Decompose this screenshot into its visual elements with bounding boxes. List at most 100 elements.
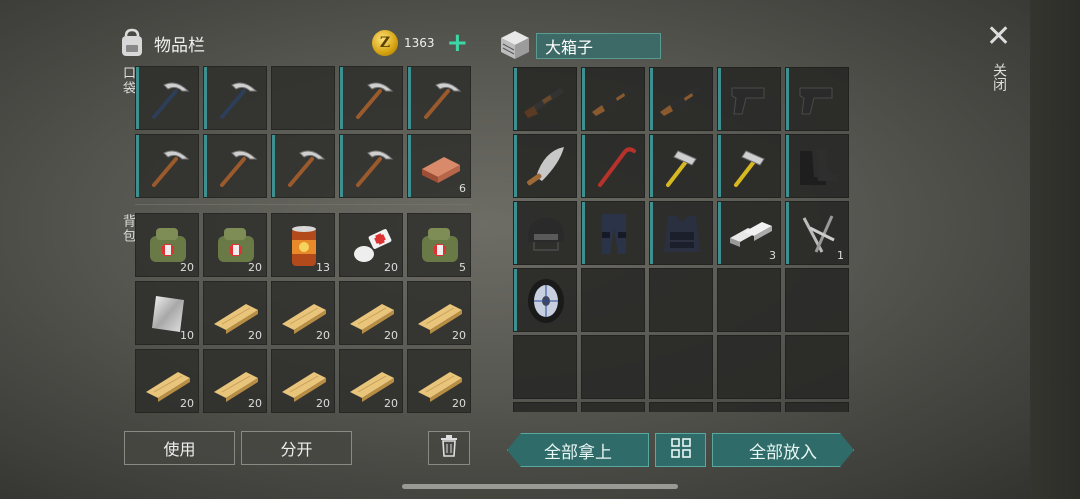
durability-bar [408, 135, 411, 197]
add-coins-button[interactable]: + [447, 30, 469, 56]
durability-bar [650, 68, 653, 130]
box-title: 大箱子 [536, 33, 661, 59]
pocket-slot-pickaxe[interactable] [135, 134, 199, 198]
close-icon[interactable]: ✕ [986, 22, 1011, 52]
pocket-slot-copper-ingot[interactable]: 6 [407, 134, 471, 198]
durability-bar [340, 67, 343, 129]
durability-bar [650, 135, 653, 197]
pocket-slot-pickaxe[interactable] [339, 134, 403, 198]
backpack-slot-plank[interactable]: 20 [271, 281, 335, 345]
box-slot-machete[interactable] [513, 134, 577, 198]
trash-icon [440, 435, 458, 461]
pocket-slot-pickaxe[interactable] [271, 134, 335, 198]
item-count: 20 [316, 329, 330, 342]
box-slot-empty[interactable] [785, 335, 849, 399]
pocket-slot-pickaxe[interactable] [203, 134, 267, 198]
backpack-slot-bandage[interactable]: 20 [339, 213, 403, 277]
put-all-button[interactable]: 全部放入 [712, 433, 854, 467]
box-slot-empty[interactable] [649, 402, 713, 412]
item-count: 20 [452, 329, 466, 342]
durability-bar [514, 202, 517, 264]
home-indicator[interactable] [402, 484, 678, 489]
backpack-slot-medkit[interactable]: 20 [135, 213, 199, 277]
pocket-slot-pickaxe[interactable] [407, 66, 471, 130]
box-slot-pistol[interactable] [717, 67, 781, 131]
backpack-icon [118, 28, 146, 58]
backpack-slot-medkit[interactable]: 20 [203, 213, 267, 277]
pocket-slot-pickaxe-dark[interactable] [135, 66, 199, 130]
box-slot-empty[interactable] [649, 335, 713, 399]
take-all-button[interactable]: 全部拿上 [507, 433, 649, 467]
durability-bar [786, 202, 789, 264]
backpack-slot-plank[interactable]: 20 [135, 349, 199, 413]
box-slot-empty[interactable] [717, 402, 781, 412]
inventory-header: 物品栏 [118, 28, 205, 58]
backpack-slot-plank[interactable]: 20 [407, 281, 471, 345]
durability-bar [718, 135, 721, 197]
box-slot-empty[interactable] [785, 402, 849, 412]
backpack-slot-canned-food[interactable]: 13 [271, 213, 335, 277]
backpack-slot-plank[interactable]: 20 [407, 349, 471, 413]
durability-bar [204, 135, 207, 197]
item-count: 20 [180, 261, 194, 274]
backpack-slot-plank[interactable]: 20 [339, 349, 403, 413]
box-slot-helmet[interactable] [513, 201, 577, 265]
box-slot-empty[interactable] [581, 402, 645, 412]
item-count: 13 [316, 261, 330, 274]
durability-bar [272, 135, 275, 197]
pocket-slot-pickaxe[interactable] [339, 66, 403, 130]
durability-bar [650, 202, 653, 264]
sort-button[interactable] [655, 433, 706, 467]
box-slot-empty[interactable] [581, 335, 645, 399]
use-button[interactable]: 使用 [124, 431, 235, 465]
pocket-slot-pickaxe-dark[interactable] [203, 66, 267, 130]
box-slot-empty[interactable] [513, 402, 577, 412]
backpack-slot-plank[interactable]: 20 [339, 281, 403, 345]
box-slot-hammer[interactable] [649, 134, 713, 198]
item-count: 1 [837, 249, 844, 262]
box-slot-empty[interactable] [717, 335, 781, 399]
box-slot-nails[interactable]: 1 [785, 201, 849, 265]
box-slot-armored-pants[interactable] [581, 201, 645, 265]
box-slot-assault-rifle[interactable] [581, 67, 645, 131]
box-slot-empty[interactable] [785, 268, 849, 332]
pocket-slot-empty[interactable] [271, 66, 335, 130]
box-slot-empty[interactable] [649, 268, 713, 332]
durability-bar [136, 67, 139, 129]
backpack-slot-metal-sheet[interactable]: 10 [135, 281, 199, 345]
box-slot-empty[interactable] [513, 335, 577, 399]
box-slot-crowbar[interactable] [581, 134, 645, 198]
box-slot-hammer[interactable] [717, 134, 781, 198]
item-count: 20 [180, 397, 194, 410]
item-count: 20 [248, 329, 262, 342]
item-count: 20 [384, 261, 398, 274]
backpack-slot-plank[interactable]: 20 [203, 281, 267, 345]
coin-amount: 1363 [404, 36, 435, 50]
box-slot-empty[interactable] [581, 268, 645, 332]
durability-bar [340, 135, 343, 197]
divider [135, 204, 471, 205]
durability-bar [786, 135, 789, 197]
item-count: 20 [384, 329, 398, 342]
box-slot-assault-rifle[interactable] [649, 67, 713, 131]
box-slot-shotgun[interactable] [513, 67, 577, 131]
split-button[interactable]: 分开 [241, 431, 352, 465]
close-label[interactable]: 关闭 [989, 63, 1009, 91]
backpack-slot-medkit[interactable]: 5 [407, 213, 471, 277]
durability-bar [718, 68, 721, 130]
box-slot-body-armor[interactable] [649, 201, 713, 265]
box-slot-boots[interactable] [785, 134, 849, 198]
box-slot-tire[interactable] [513, 268, 577, 332]
durability-bar [718, 202, 721, 264]
backpack-slot-plank[interactable]: 20 [271, 349, 335, 413]
box-slot-iron-ingot[interactable]: 3 [717, 201, 781, 265]
durability-bar [514, 135, 517, 197]
item-count: 20 [248, 397, 262, 410]
pocket-grid: 6 [135, 66, 471, 198]
durability-bar [582, 68, 585, 130]
durability-bar [204, 67, 207, 129]
box-slot-empty[interactable] [717, 268, 781, 332]
backpack-slot-plank[interactable]: 20 [203, 349, 267, 413]
box-slot-pistol[interactable] [785, 67, 849, 131]
trash-button[interactable] [428, 431, 470, 465]
